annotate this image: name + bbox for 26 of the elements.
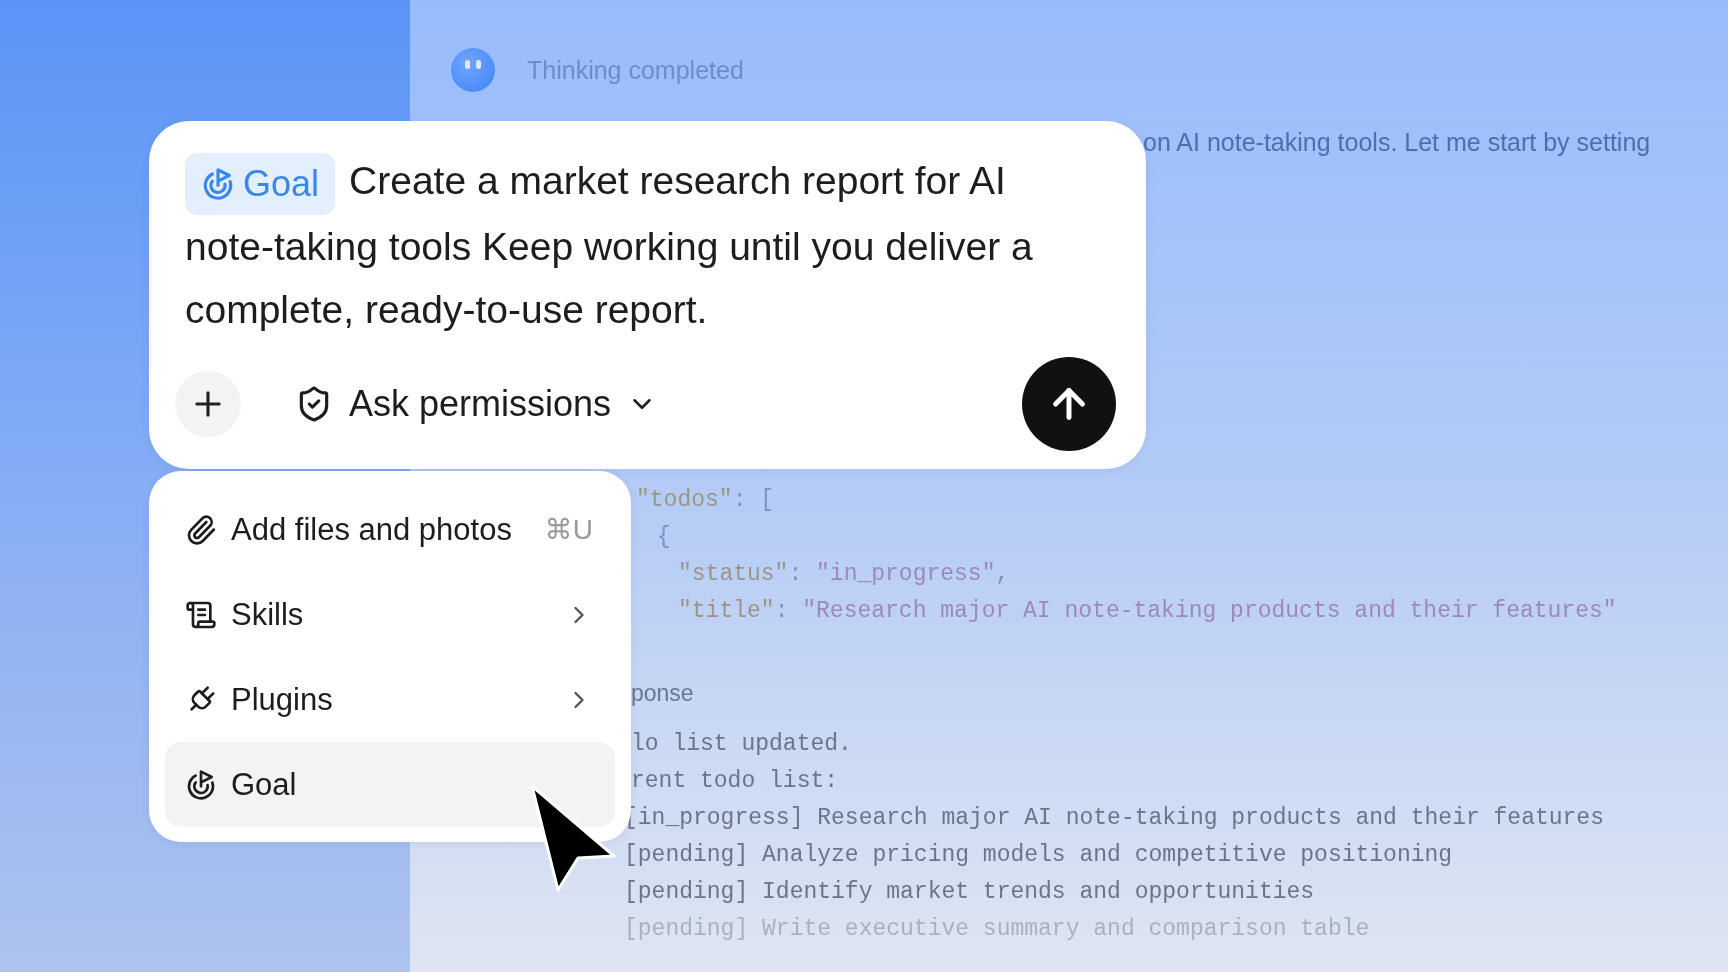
shortcut-label: ⌘U: [544, 513, 593, 546]
response-line: rent todo list:: [630, 767, 840, 796]
paperclip-icon: [185, 513, 217, 546]
permissions-dropdown[interactable]: Ask permissions: [295, 383, 658, 425]
menu-label: Add files and photos: [231, 511, 512, 548]
response-line: [pending] Identify market trends and opportunities: [623, 878, 1316, 907]
menu-label: Plugins: [231, 681, 333, 718]
menu-item[interactable]: Goal: [165, 742, 615, 827]
prompt-text[interactable]: Goal Create a market research report for AI note-taking tools Keep working until you deliver a complete, ready-to-use report.: [185, 149, 1116, 341]
response-line: lo list updated.: [630, 730, 853, 759]
menu-label: Skills: [231, 596, 304, 633]
code-line: {: [656, 523, 672, 552]
response-line: [in_progress] Research major AI note-taking products and their features: [623, 804, 1605, 833]
menu-label: Goal: [231, 766, 297, 803]
code-line: "title": "Research major AI note-taking products and their features": [677, 597, 1618, 626]
response-heading: ponse: [631, 680, 695, 707]
menu-item[interactable]: Plugins: [165, 657, 615, 742]
assistant-message: on AI note-taking tools. Let me start by setting: [1143, 128, 1652, 157]
assistant-avatar-icon: [451, 48, 495, 92]
menu-item[interactable]: Add files and photos ⌘U: [165, 487, 615, 572]
goal-icon: [185, 768, 217, 801]
response-line: [pending] Analyze pricing models and competitive positioning: [623, 841, 1454, 870]
code-line: "status": "in_progress",: [677, 560, 1011, 589]
menu-item[interactable]: Skills: [165, 572, 615, 657]
code-line: "todos": [: [635, 486, 776, 515]
goal-icon: [201, 166, 235, 201]
